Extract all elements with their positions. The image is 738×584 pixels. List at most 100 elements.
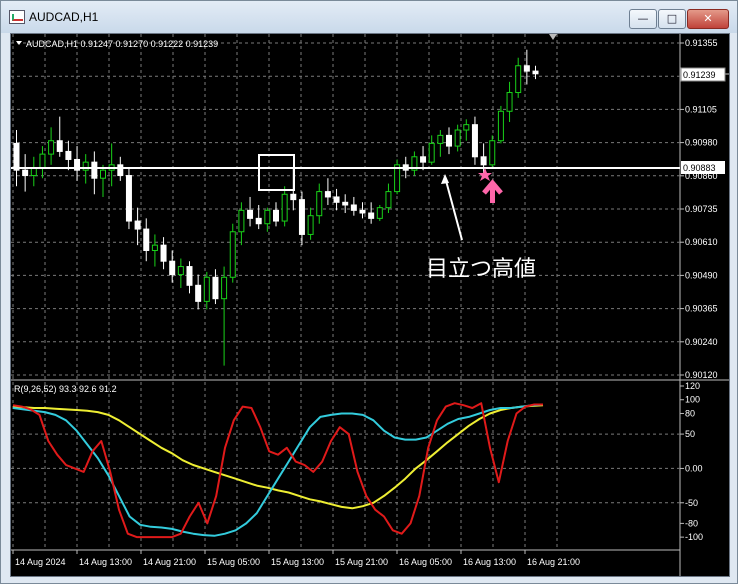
time-tick-label: 14 Aug 2024 xyxy=(15,557,66,567)
candle-body xyxy=(91,161,98,179)
candle-body xyxy=(221,276,228,300)
candle-body xyxy=(65,150,72,160)
candle-body xyxy=(298,199,305,235)
indicator-line-long xyxy=(12,404,544,510)
candle-body xyxy=(290,193,297,201)
candle-body xyxy=(212,276,219,300)
candle-body xyxy=(376,207,383,219)
indicator-line-mid xyxy=(12,403,544,537)
candle-body xyxy=(151,244,158,251)
time-tick-label: 16 Aug 21:00 xyxy=(527,557,580,567)
candle-body xyxy=(471,124,478,158)
candle-body xyxy=(39,153,46,168)
candle-body xyxy=(506,92,513,112)
candle-body xyxy=(350,204,357,211)
chart-menu-icon[interactable] xyxy=(16,41,22,45)
close-button[interactable]: ✕ xyxy=(687,9,729,29)
candle-body xyxy=(515,65,522,94)
time-tick-label: 14 Aug 21:00 xyxy=(143,557,196,567)
price-tick-label: 0.90240 xyxy=(685,337,718,347)
indicator-header: R(9,26,52) 93.3 92.6 91.2 xyxy=(14,384,117,394)
time-axis: 14 Aug 2024 14 Aug 13:00 14 Aug 21:00 15 Au… xyxy=(12,550,580,567)
indicator-tick-label: 100 xyxy=(685,395,700,405)
candle-body xyxy=(160,244,167,262)
price-tick-label: 0.90610 xyxy=(685,237,718,247)
candle-body xyxy=(229,231,236,278)
candle-body xyxy=(117,164,124,177)
time-tick-label: 16 Aug 05:00 xyxy=(399,557,452,567)
candle-body xyxy=(100,169,106,179)
price-tick-label: 0.91105 xyxy=(685,104,717,114)
chart-area[interactable]: 0.913550.912300.911050.909800.908600.907… xyxy=(10,33,730,577)
time-tick-label: 16 Aug 13:00 xyxy=(463,557,516,567)
high-highlight-box xyxy=(258,154,295,191)
candle-body xyxy=(56,140,63,152)
candle-body xyxy=(125,175,132,222)
candle-body xyxy=(203,276,210,302)
candle-body xyxy=(532,70,539,75)
indicator-tick-label: -50 xyxy=(685,498,698,508)
candle-body xyxy=(195,284,202,302)
price-tick-label: 0.90735 xyxy=(685,204,718,214)
indicator-line-short xyxy=(12,402,543,539)
candle-body xyxy=(446,134,452,147)
price-tick-label: 0.90365 xyxy=(685,304,718,314)
level-price-text: 0.90883 xyxy=(683,163,716,173)
candle-body xyxy=(333,196,340,203)
price-chart-svg[interactable]: 0.913550.912300.911050.909800.908600.907… xyxy=(11,34,729,576)
annotation-text: 目立つ高値 xyxy=(426,256,536,281)
candle-body xyxy=(342,201,349,206)
candle-body xyxy=(13,142,20,171)
indicator-tick-label: 0.00 xyxy=(685,463,703,473)
candles-group xyxy=(13,49,539,366)
candle-body xyxy=(480,156,487,166)
candle-body xyxy=(48,140,55,155)
price-tick-label: 0.90490 xyxy=(685,270,718,280)
candle-body xyxy=(281,193,288,222)
title-bar[interactable]: AUDCAD,H1 — □ ✕ xyxy=(1,1,737,33)
candle-body xyxy=(264,209,271,225)
indicator-tick-label: -100 xyxy=(685,532,703,542)
candle-body xyxy=(489,140,496,166)
indicator-tick-label: 80 xyxy=(685,408,695,418)
up-arrow-icon xyxy=(482,179,503,203)
maximize-button[interactable]: □ xyxy=(658,9,686,29)
candle-body xyxy=(177,266,184,276)
candle-body xyxy=(420,156,427,163)
candle-body xyxy=(385,191,392,209)
time-tick-label: 15 Aug 05:00 xyxy=(207,557,260,567)
candle-body xyxy=(134,220,141,230)
chart-header: AUDCAD,H1 0.91247 0.91270 0.91222 0.9123… xyxy=(26,39,218,49)
candle-body xyxy=(186,266,193,286)
candle-body xyxy=(437,134,444,144)
indicator-tick-label: 50 xyxy=(685,429,695,439)
terminal-window: AUDCAD,H1 — □ ✕ 0.913550.912300.911050.9… xyxy=(0,0,738,584)
price-tick-label: 0.90980 xyxy=(685,138,718,148)
candle-body xyxy=(359,209,366,214)
annotation-pointer-head xyxy=(441,174,449,184)
candle-body xyxy=(368,212,375,219)
candle-body xyxy=(22,169,29,177)
indicator-tick-label: -80 xyxy=(685,518,698,528)
price-tick-label: 0.91355 xyxy=(685,38,718,48)
candle-body xyxy=(428,142,435,163)
indicator-lines xyxy=(12,402,544,539)
candle-body xyxy=(238,209,245,233)
candle-body xyxy=(324,191,331,198)
price-tick-label: 0.90120 xyxy=(685,370,718,380)
candle-body xyxy=(316,191,323,217)
candle-body xyxy=(463,124,470,131)
minimize-button[interactable]: — xyxy=(629,9,657,29)
indicator-tick-label: 120 xyxy=(685,381,700,391)
candle-body xyxy=(497,110,504,142)
price-axis: 0.913550.912300.911050.909800.908600.907… xyxy=(680,38,718,380)
chart-window-icon xyxy=(9,10,25,24)
chart-shift-marker[interactable] xyxy=(549,34,557,40)
current-price-text: 0.91239 xyxy=(683,70,716,80)
candle-body xyxy=(307,215,314,235)
star-icon xyxy=(478,168,492,181)
candle-body xyxy=(273,209,279,222)
candle-body xyxy=(454,129,461,147)
candle-body xyxy=(523,65,530,72)
time-tick-label: 14 Aug 13:00 xyxy=(79,557,132,567)
